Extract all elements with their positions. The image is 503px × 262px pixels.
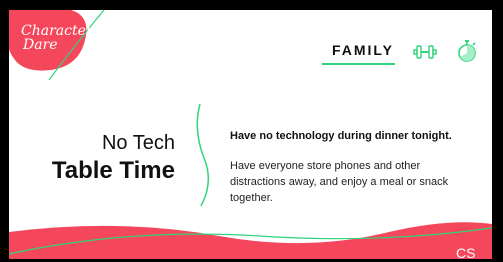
dare-title-bold: Table Time bbox=[51, 157, 175, 184]
logo-text-line1: Character bbox=[21, 23, 93, 39]
active-tab-indicator bbox=[322, 63, 395, 65]
footer-wave bbox=[9, 222, 492, 259]
dumbbell-icon[interactable] bbox=[413, 40, 437, 64]
corner-badge-text: CS bbox=[456, 245, 476, 259]
dare-headline: Have no technology during dinner tonight… bbox=[230, 130, 452, 142]
content-divider bbox=[196, 103, 210, 207]
dare-card: Character Dare FAMILY No Tech Table Time… bbox=[9, 10, 492, 259]
stopwatch-icon[interactable] bbox=[455, 39, 479, 63]
logo-text-line2: Dare bbox=[23, 37, 58, 53]
dare-title-light: No Tech bbox=[101, 132, 175, 154]
character-dare-logo[interactable]: Character Dare bbox=[15, 12, 93, 60]
dare-description: Have everyone store phones and other dis… bbox=[230, 160, 449, 204]
